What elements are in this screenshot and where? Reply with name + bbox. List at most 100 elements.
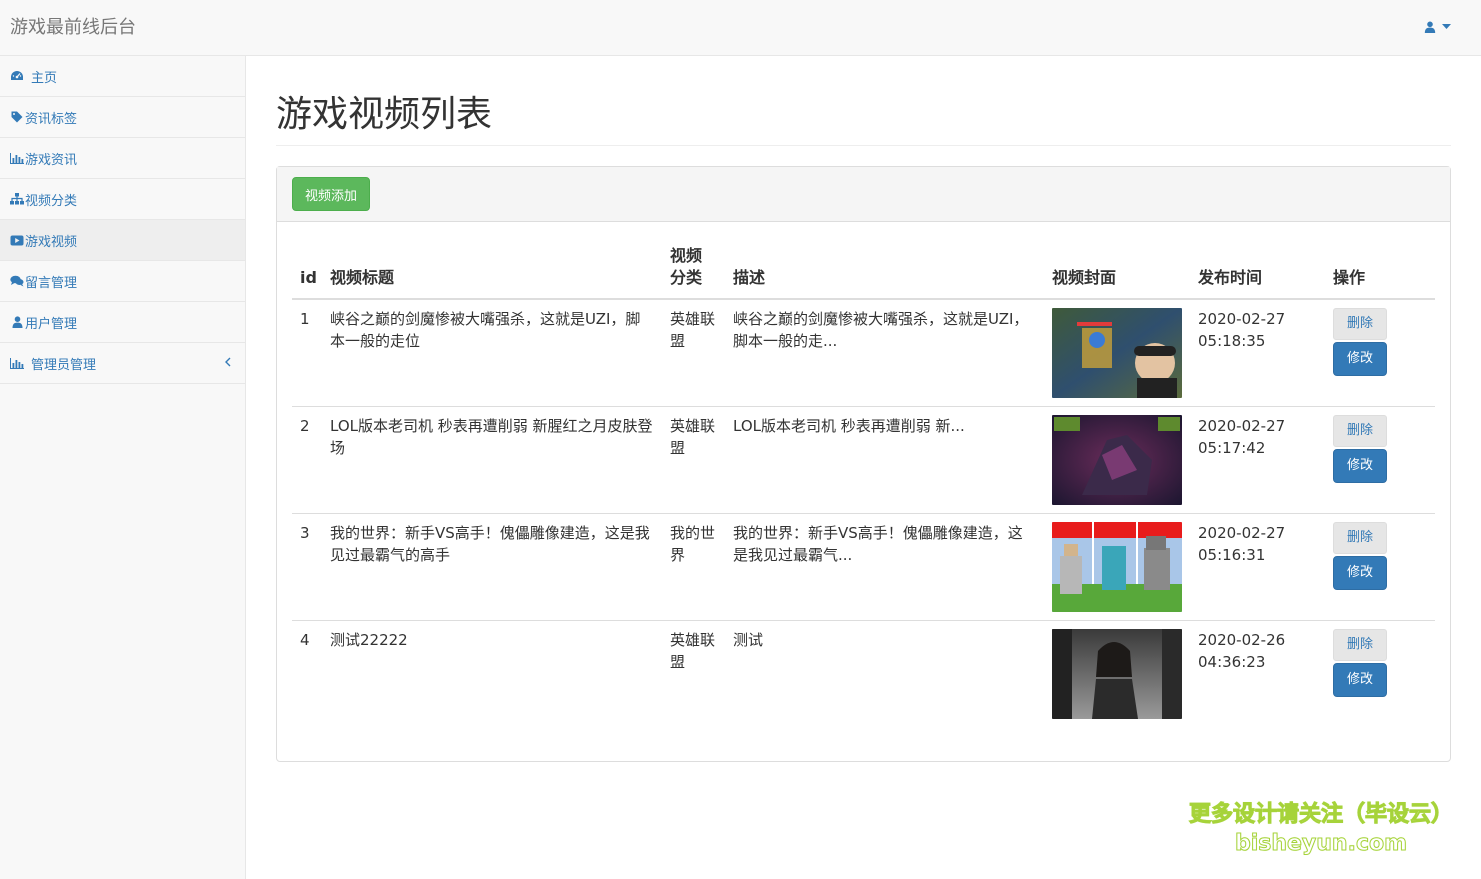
add-video-button[interactable]: 视频添加 [292,177,371,211]
video-cover-image [1052,629,1182,719]
panel-heading: 视频添加 [277,167,1450,222]
col-header-cover: 视频封面 [1044,237,1190,300]
video-cover-image [1052,308,1182,398]
col-header-actions: 操作 [1325,237,1435,300]
publish-date: 2020-02-27 [1198,310,1286,328]
dashboard-icon [10,69,24,83]
sidebar-item-label: 资讯标签 [25,111,78,127]
panel-body: id 视频标题 视频分类 描述 视频封面 发布时间 操作 1 峡谷之巅的剑魔惨被… [277,222,1450,743]
sidebar-item-admins[interactable]: 管理员管理 [0,343,245,384]
cell-id: 1 [300,310,310,328]
cell-cover [1044,299,1190,407]
top-navbar: 游戏最前线后台 [0,0,1481,56]
table-header-row: id 视频标题 视频分类 描述 视频封面 发布时间 操作 [292,237,1435,300]
table-row: 4 测试22222 英雄联盟 测试 2020-02-26 04:36:23 删除… [292,620,1435,728]
delete-button[interactable]: 删除 [1333,308,1388,340]
publish-date: 2020-02-26 [1198,631,1286,649]
bar-chart-icon [10,356,24,370]
user-menu[interactable] [1424,21,1451,33]
sidebar-item-label: 游戏视频 [25,234,78,250]
cell-description: 峡谷之巅的剑魔惨被大嘴强杀，这就是UZI，脚本一般的走... [733,310,1029,350]
cell-description: 测试 [725,620,1044,728]
comments-icon [10,274,24,288]
edit-button[interactable]: 修改 [1333,449,1388,483]
sidebar-item-video-category[interactable]: 视频分类 [0,179,245,220]
watermark: 更多设计请关注（毕设云） bisheyun.com [1188,800,1453,858]
delete-button[interactable]: 删除 [1333,629,1388,661]
cell-category: 我的世界 [662,513,725,621]
watermark-line2: bisheyun.com [1234,831,1408,857]
sidebar-item-label: 管理员管理 [31,357,97,373]
publish-clock: 05:16:31 [1198,546,1266,564]
sidebar-item-home[interactable]: 主页 [0,56,245,97]
table-row: 3 我的世界：新手VS高手！傀儡雕像建造，这是我见过最霸气的高手 我的世界 我的… [292,513,1435,621]
tag-icon [10,110,24,124]
publish-clock: 05:17:42 [1198,439,1266,457]
cell-id: 3 [292,513,322,621]
table-row: 1 峡谷之巅的剑魔惨被大嘴强杀，这就是UZI，脚本一般的走位 英雄联盟 峡谷之巅… [292,299,1435,407]
cell-title: LOL版本老司机 秒表再遭削弱 新腥红之月皮肤登场 [322,406,662,514]
sidebar: 主页 资讯标签 游戏资讯 视频分类 游戏视频 留言管理 用户管理 管理员管理 [0,56,246,879]
sidebar-item-label: 视频分类 [25,193,78,209]
sidebar-item-messages[interactable]: 留言管理 [0,261,245,302]
col-header-publish-time: 发布时间 [1190,237,1325,300]
cell-publish-time: 2020-02-27 05:18:35 [1190,299,1325,407]
col-header-id: id [292,237,322,300]
sidebar-item-label: 留言管理 [25,275,78,291]
publish-date: 2020-02-27 [1198,524,1286,542]
cell-title: 我的世界：新手VS高手！傀儡雕像建造，这是我见过最霸气的高手 [322,513,662,621]
page-title: 游戏视频列表 [276,94,493,135]
publish-date: 2020-02-27 [1198,417,1286,435]
video-icon [10,233,24,247]
brand-title[interactable]: 游戏最前线后台 [10,17,136,39]
cell-actions: 删除 修改 [1325,299,1435,407]
cell-publish-time: 2020-02-26 04:36:23 [1190,620,1325,728]
video-table: id 视频标题 视频分类 描述 视频封面 发布时间 操作 1 峡谷之巅的剑魔惨被… [292,237,1435,728]
table-row: 2 LOL版本老司机 秒表再遭削弱 新腥红之月皮肤登场 英雄联盟 LOL版本老司… [292,406,1435,514]
edit-button[interactable]: 修改 [1333,556,1388,590]
cell-actions: 删除 修改 [1325,513,1435,621]
sidebar-item-users[interactable]: 用户管理 [0,302,245,343]
sidebar-item-game-video[interactable]: 游戏视频 [0,220,245,261]
cell-publish-time: 2020-02-27 05:16:31 [1190,513,1325,621]
cell-title: 测试22222 [322,620,662,728]
edit-button[interactable]: 修改 [1333,342,1388,376]
cell-category: 英雄联盟 [670,310,716,350]
video-cover-image [1052,522,1182,612]
col-header-description: 描述 [725,237,1044,300]
page-header: 游戏视频列表 [276,94,1451,146]
chevron-left-icon[interactable] [225,356,231,371]
cell-cover [1044,406,1190,514]
sitemap-icon [10,192,24,206]
sidebar-item-label: 用户管理 [25,316,78,332]
cell-cover [1044,513,1190,621]
caret-down-icon [1442,24,1451,30]
bar-chart-icon [10,151,24,165]
video-list-panel: 视频添加 id 视频标题 视频分类 描述 视频封面 发布时间 操作 1 峡谷之巅… [276,166,1451,762]
publish-clock: 05:18:35 [1198,332,1266,350]
col-header-title: 视频标题 [322,237,662,300]
cell-publish-time: 2020-02-27 05:17:42 [1190,406,1325,514]
sidebar-item-label: 游戏资讯 [25,152,78,168]
cell-category: 英雄联盟 [662,620,725,728]
cell-description: 我的世界：新手VS高手！傀儡雕像建造，这是我见过最霸气... [725,513,1044,621]
user-icon [1424,21,1436,33]
sidebar-item-label: 主页 [31,70,58,86]
delete-button[interactable]: 删除 [1333,415,1388,447]
cell-cover [1044,620,1190,728]
cell-title: 峡谷之巅的剑魔惨被大嘴强杀，这就是UZI，脚本一般的走位 [330,310,641,350]
sidebar-item-news-tags[interactable]: 资讯标签 [0,97,245,138]
delete-button[interactable]: 删除 [1333,522,1388,554]
col-header-category: 视频分类 [662,237,725,300]
cell-description: LOL版本老司机 秒表再遭削弱 新... [725,406,1044,514]
cell-id: 2 [292,406,322,514]
cell-category: 英雄联盟 [662,406,725,514]
sidebar-item-game-news[interactable]: 游戏资讯 [0,138,245,179]
edit-button[interactable]: 修改 [1333,663,1388,697]
main-content: 游戏视频列表 视频添加 id 视频标题 视频分类 描述 视频封面 发布时间 操作… [276,56,1451,762]
video-cover-image [1052,415,1182,505]
publish-clock: 04:36:23 [1198,653,1266,671]
watermark-line1: 更多设计请关注（毕设云） [1188,802,1453,828]
cell-actions: 删除 修改 [1325,620,1435,728]
cell-id: 4 [292,620,322,728]
